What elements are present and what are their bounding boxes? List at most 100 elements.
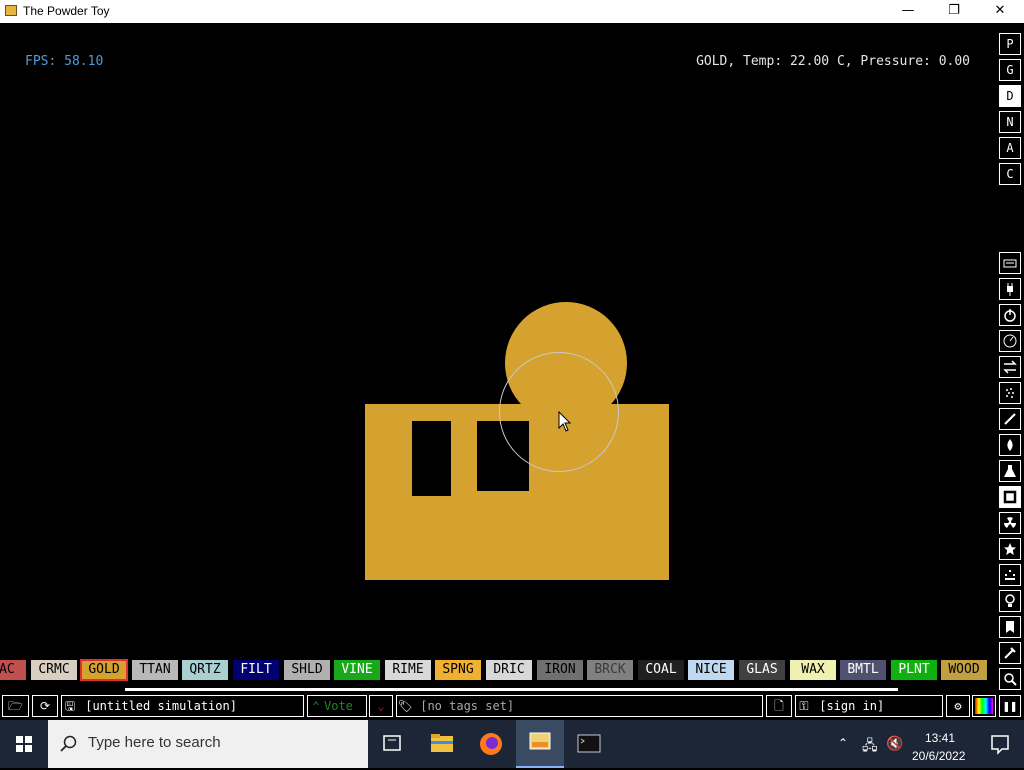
category-life-button[interactable] bbox=[999, 564, 1021, 586]
new-file-icon: 🗋 bbox=[774, 699, 784, 713]
element-button-dric[interactable]: DRIC bbox=[486, 660, 532, 680]
element-palette: EACCRMCGOLDTTANQRTZFILTSHLDVINERIMESPNGD… bbox=[0, 659, 996, 683]
file-explorer-icon[interactable] bbox=[418, 720, 466, 768]
renderer-options-button[interactable] bbox=[972, 695, 996, 717]
windows-start-icon[interactable] bbox=[0, 720, 48, 768]
category-force-button[interactable] bbox=[999, 356, 1021, 378]
element-button-bmtl[interactable]: BMTL bbox=[840, 660, 886, 680]
menu-button-n[interactable]: N bbox=[999, 111, 1021, 133]
category-gases-button[interactable] bbox=[999, 408, 1021, 430]
open-save-button[interactable]: 🗁 bbox=[2, 695, 29, 717]
powder-toy-taskbar-button[interactable] bbox=[516, 720, 564, 768]
menu-button-c[interactable]: C bbox=[999, 163, 1021, 185]
bulb-icon bbox=[1005, 594, 1015, 607]
pause-button[interactable]: ❚❚ bbox=[999, 695, 1021, 717]
pressure-gauge-icon bbox=[1003, 334, 1017, 348]
element-button-brck[interactable]: BRCK bbox=[587, 660, 633, 680]
sign-in-button[interactable]: ⚿ [sign in] bbox=[795, 695, 943, 717]
menu-button-d[interactable]: D bbox=[999, 85, 1021, 107]
pause-icon: ❚❚ bbox=[1002, 699, 1018, 713]
category-hud-button[interactable] bbox=[999, 252, 1021, 274]
element-button-nice[interactable]: NICE bbox=[688, 660, 734, 680]
mouse-cursor-icon bbox=[558, 411, 572, 432]
taskbar-search-box[interactable]: Type here to search bbox=[48, 720, 368, 768]
element-button-crmc[interactable]: CRMC bbox=[31, 660, 77, 680]
radiation-icon bbox=[1004, 517, 1016, 528]
simulation-name: [untitled simulation] bbox=[85, 699, 237, 713]
menu-button-a[interactable]: A bbox=[999, 137, 1021, 159]
vote-down-button[interactable]: ⌄ bbox=[369, 695, 393, 717]
category-explosives-button[interactable] bbox=[999, 382, 1021, 404]
windows-taskbar: Type here to search ⌃ 🖧 🔇 13:41 20/6/202… bbox=[0, 720, 1024, 768]
category-special-button[interactable] bbox=[999, 538, 1021, 560]
firefox-icon[interactable] bbox=[467, 720, 515, 768]
tags-button[interactable]: 🏷 [no tags set] bbox=[396, 695, 763, 717]
tray-overflow-icon[interactable]: ⌃ bbox=[838, 736, 848, 750]
category-search-button[interactable] bbox=[999, 668, 1021, 690]
vote-up-button[interactable]: ⌃ Vote bbox=[307, 695, 367, 717]
search-icon bbox=[1004, 673, 1017, 686]
empty-gap-left bbox=[412, 421, 451, 496]
category-tools-button[interactable] bbox=[999, 590, 1021, 612]
category-powered-button[interactable] bbox=[999, 304, 1021, 326]
category-sensors-button[interactable] bbox=[999, 330, 1021, 352]
element-button-iron[interactable]: IRON bbox=[537, 660, 583, 680]
powder-toy-app-icon bbox=[5, 5, 17, 16]
element-button-plnt[interactable]: PLNT bbox=[891, 660, 937, 680]
new-simulation-button[interactable]: 🗋 bbox=[766, 695, 792, 717]
spray-icon bbox=[1006, 388, 1014, 398]
element-button-shld[interactable]: SHLD bbox=[284, 660, 330, 680]
tool-icon bbox=[1004, 647, 1016, 659]
square-wall-icon bbox=[1003, 490, 1017, 504]
task-view-icon[interactable] bbox=[368, 720, 416, 768]
maximize-button[interactable]: ❐ bbox=[931, 0, 977, 23]
element-button-coal[interactable]: COAL bbox=[638, 660, 684, 680]
settings-button[interactable]: ⚙ bbox=[946, 695, 970, 717]
reload-button[interactable]: ⟳ bbox=[32, 695, 58, 717]
menu-button-g[interactable]: G bbox=[999, 59, 1021, 81]
flask-icon bbox=[1004, 465, 1016, 477]
key-icon: ⚿ bbox=[799, 699, 809, 713]
star-icon bbox=[1004, 543, 1016, 555]
minimize-button[interactable]: — bbox=[885, 0, 931, 23]
close-button[interactable]: ✕ bbox=[977, 0, 1023, 23]
element-button-glas[interactable]: GLAS bbox=[739, 660, 785, 680]
element-button-gold[interactable]: GOLD bbox=[80, 659, 128, 681]
element-button-wax[interactable]: WAX bbox=[790, 660, 836, 680]
fps-counter: FPS: 58.10 bbox=[25, 54, 104, 69]
element-button-ttan[interactable]: TTAN bbox=[132, 660, 178, 680]
category-favorites-button[interactable] bbox=[999, 616, 1021, 638]
element-button-eac[interactable]: EAC bbox=[0, 660, 26, 680]
settings-icon: ⚙ bbox=[954, 699, 962, 713]
bookmark-icon bbox=[1006, 621, 1014, 633]
search-placeholder: Type here to search bbox=[88, 734, 221, 751]
category-electronics-button[interactable] bbox=[999, 278, 1021, 300]
notifications-icon[interactable] bbox=[976, 720, 1024, 768]
pen-icon bbox=[1004, 413, 1016, 425]
element-button-wood[interactable]: WOOD bbox=[941, 660, 987, 680]
category-liquids-button[interactable] bbox=[999, 434, 1021, 456]
element-button-filt[interactable]: FILT bbox=[233, 660, 279, 680]
clock-date[interactable]: 20/6/2022 bbox=[912, 749, 965, 763]
element-info-readout: GOLD, Temp: 22.00 C, Pressure: 0.00 bbox=[696, 54, 970, 69]
menu-button-p[interactable]: P bbox=[999, 33, 1021, 55]
rainbow-icon bbox=[975, 698, 993, 714]
thumbs-down-icon: ⌄ bbox=[377, 699, 385, 713]
element-button-vine[interactable]: VINE bbox=[334, 660, 380, 680]
category-solids-button[interactable] bbox=[999, 486, 1021, 508]
element-button-rime[interactable]: RIME bbox=[385, 660, 431, 680]
category-decoration-button[interactable] bbox=[999, 642, 1021, 664]
bottom-bar: 🗁 ⟳ 🖫 [untitled simulation] ⌃ Vote ⌄ 🏷 [n… bbox=[0, 693, 1024, 720]
element-button-qrtz[interactable]: QRTZ bbox=[182, 660, 228, 680]
element-palette-scrollbar[interactable] bbox=[125, 688, 898, 691]
terminal-icon[interactable] bbox=[565, 720, 613, 768]
category-radioactive-button[interactable] bbox=[999, 512, 1021, 534]
element-button-spng[interactable]: SPNG bbox=[435, 660, 481, 680]
volume-muted-icon[interactable]: 🔇 bbox=[886, 735, 903, 752]
network-icon[interactable]: 🖧 bbox=[862, 735, 878, 759]
clock-time[interactable]: 13:41 bbox=[925, 731, 955, 745]
save-name-button[interactable]: 🖫 [untitled simulation] bbox=[61, 695, 304, 717]
category-powders-button[interactable] bbox=[999, 460, 1021, 482]
search-icon bbox=[60, 735, 77, 752]
title-bar: The Powder Toy — ❐ ✕ bbox=[0, 0, 1024, 23]
